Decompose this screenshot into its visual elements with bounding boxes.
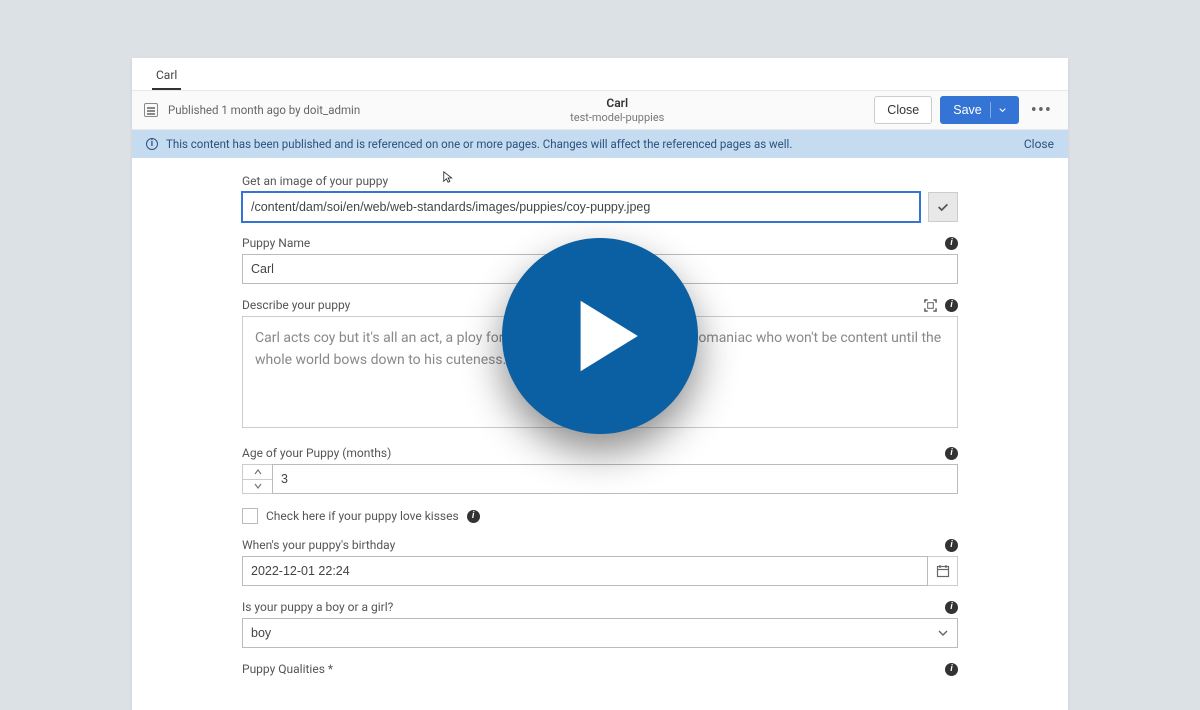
label-image: Get an image of your puppy: [242, 174, 388, 188]
tab-row: Carl: [132, 58, 1068, 90]
label-name: Puppy Name: [242, 236, 310, 250]
stepper-down-button[interactable]: [243, 480, 272, 494]
cursor-icon: [442, 170, 456, 184]
info-icon: i: [146, 138, 158, 150]
info-icon[interactable]: i: [467, 510, 480, 523]
alert-close-button[interactable]: Close: [1024, 137, 1054, 151]
label-age: Age of your Puppy (months): [242, 446, 391, 460]
close-button[interactable]: Close: [874, 96, 932, 124]
label-qualities: Puppy Qualities *: [242, 662, 333, 676]
info-icon[interactable]: i: [945, 237, 958, 250]
save-dropdown-icon[interactable]: [990, 102, 1006, 118]
page-subtitle: test-model-puppies: [370, 111, 864, 124]
fullscreen-icon[interactable]: [924, 299, 937, 312]
label-kisses: Check here if your puppy love kisses: [266, 509, 459, 523]
age-input[interactable]: [272, 464, 958, 494]
page-icon: [144, 103, 158, 117]
toolbar: Published 1 month ago by doit_admin Carl…: [132, 90, 1068, 130]
published-status: Published 1 month ago by doit_admin: [168, 103, 360, 117]
play-video-button[interactable]: [502, 238, 698, 434]
calendar-button[interactable]: [928, 556, 958, 586]
field-kisses: Check here if your puppy love kisses i: [242, 508, 958, 524]
calendar-icon: [936, 564, 950, 578]
image-path-input[interactable]: [242, 192, 920, 222]
page-title: Carl: [370, 96, 864, 110]
info-icon[interactable]: i: [945, 447, 958, 460]
save-button[interactable]: Save: [940, 96, 1019, 124]
save-button-label: Save: [953, 103, 982, 117]
info-icon[interactable]: i: [945, 299, 958, 312]
field-image: Get an image of your puppy: [242, 174, 958, 222]
info-icon[interactable]: i: [945, 601, 958, 614]
field-birthday: When's your puppy's birthday i: [242, 538, 958, 586]
label-gender: Is your puppy a boy or a girl?: [242, 600, 393, 614]
more-actions-button[interactable]: •••: [1027, 100, 1056, 121]
field-age: Age of your Puppy (months) i: [242, 446, 958, 494]
info-icon[interactable]: i: [945, 663, 958, 676]
stepper-up-button[interactable]: [243, 465, 272, 480]
field-qualities: Puppy Qualities * i: [242, 662, 958, 676]
alert-message: This content has been published and is r…: [166, 137, 792, 151]
tab-carl[interactable]: Carl: [152, 62, 181, 90]
kisses-checkbox[interactable]: [242, 508, 258, 524]
birthday-input[interactable]: [242, 556, 928, 586]
alert-banner: i This content has been published and is…: [132, 130, 1068, 158]
info-icon[interactable]: i: [945, 539, 958, 552]
label-describe: Describe your puppy: [242, 298, 350, 312]
gender-select[interactable]: [242, 618, 958, 648]
play-icon: [563, 292, 651, 380]
label-birthday: When's your puppy's birthday: [242, 538, 395, 552]
confirm-image-button[interactable]: [928, 192, 958, 222]
field-gender: Is your puppy a boy or a girl? i: [242, 600, 958, 648]
age-stepper: [242, 464, 272, 494]
